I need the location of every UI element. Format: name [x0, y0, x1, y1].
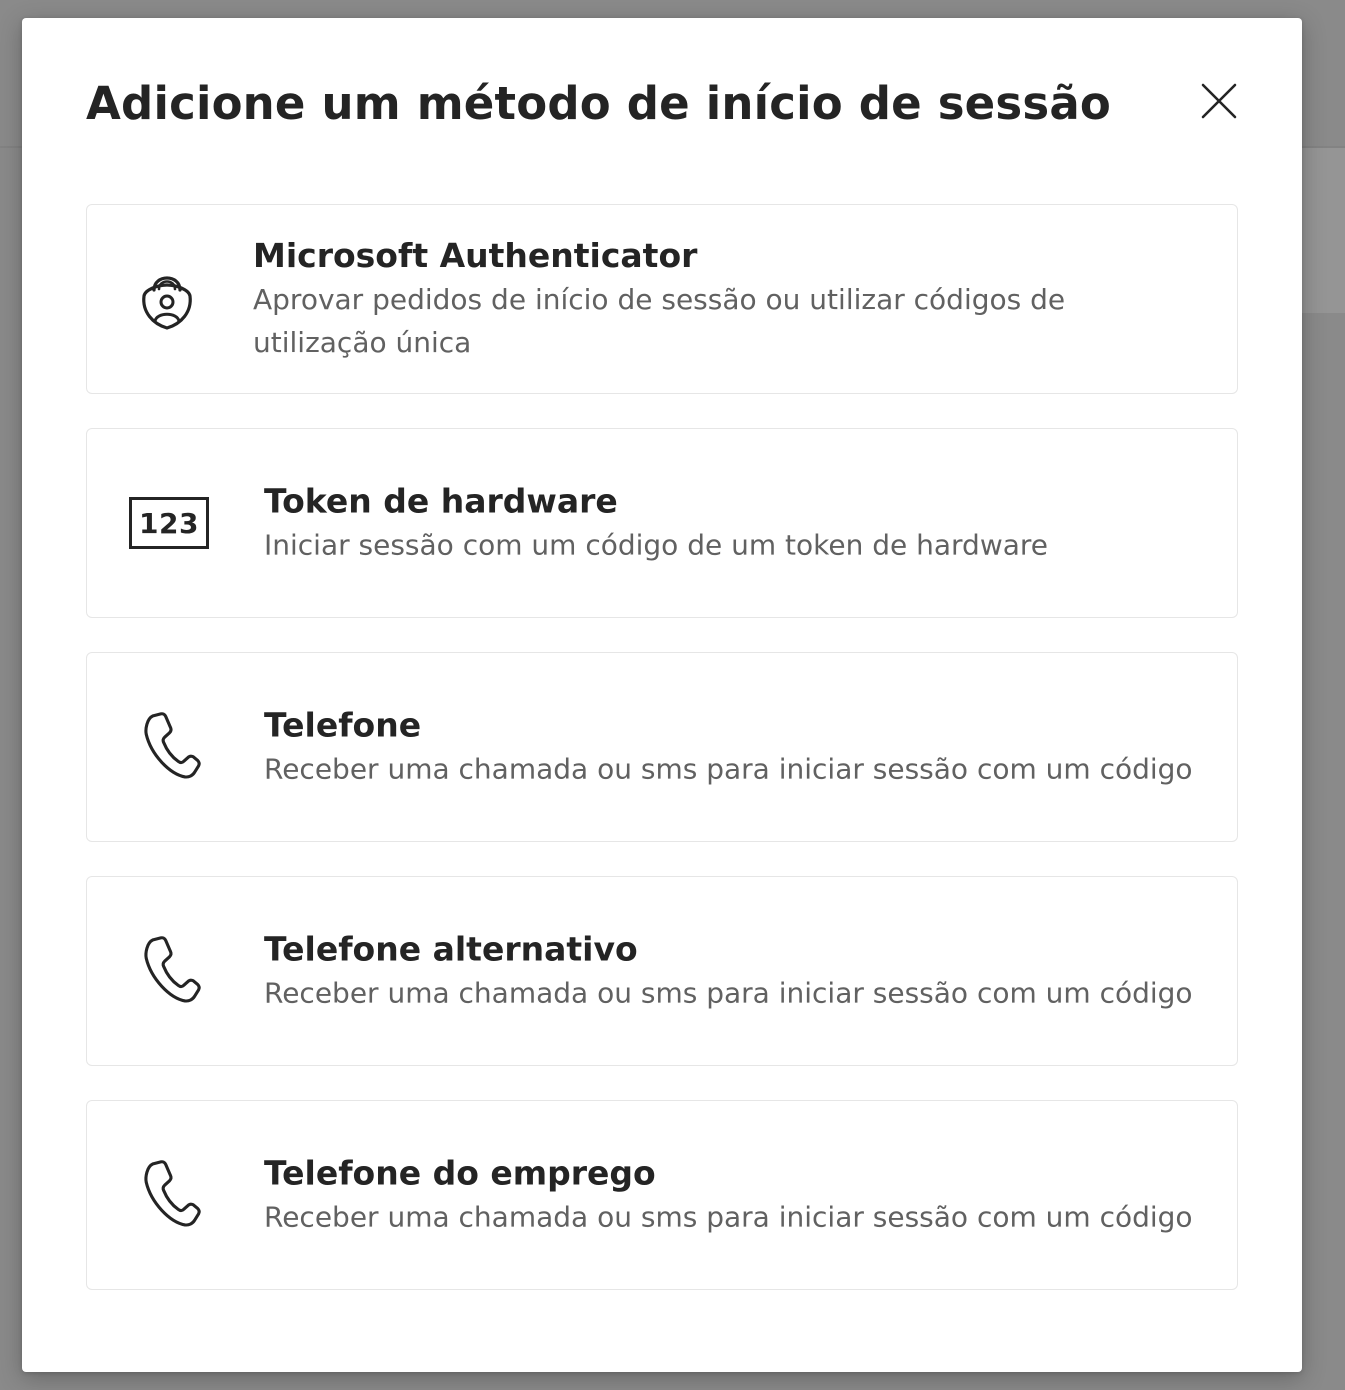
- authenticator-lock-icon: [142, 276, 192, 330]
- method-option-hardware-token[interactable]: 123 Token de hardware Iniciar sessão com…: [86, 428, 1238, 618]
- close-icon: [1201, 83, 1237, 119]
- method-option-work-phone[interactable]: Telefone do emprego Receber uma chamada …: [86, 1100, 1238, 1290]
- method-icon-container: [139, 1158, 203, 1232]
- method-name: Telefone do emprego: [264, 1153, 656, 1193]
- method-text: Microsoft Authenticator Aprovar pedidos …: [253, 234, 1207, 364]
- method-text: Telefone do emprego Receber uma chamada …: [264, 1152, 1207, 1239]
- close-button[interactable]: [1194, 76, 1244, 126]
- dialog-title: Adicione um método de início de sessão: [86, 77, 1112, 130]
- method-icon-container: 123: [129, 497, 209, 549]
- method-name: Token de hardware: [264, 481, 618, 521]
- method-icon-container: [139, 710, 203, 784]
- method-description: Receber uma chamada ou sms para iniciar …: [264, 976, 1193, 1010]
- phone-icon: [144, 1160, 201, 1227]
- method-description: Iniciar sessão com um código de um token…: [264, 528, 1049, 562]
- phone-icon: [144, 936, 201, 1003]
- method-name: Microsoft Authenticator: [253, 236, 698, 275]
- hardware-token-icon-text: 123: [139, 506, 199, 540]
- phone-icon: [144, 712, 201, 779]
- hardware-token-icon: 123: [129, 497, 209, 549]
- add-sign-in-method-dialog: Adicione um método de início de sessão M…: [22, 18, 1302, 1372]
- method-icon-container: [137, 264, 197, 334]
- method-name: Telefone alternativo: [264, 929, 638, 969]
- method-text: Token de hardware Iniciar sessão com um …: [264, 480, 1207, 567]
- method-text: Telefone alternativo Receber uma chamada…: [264, 928, 1207, 1015]
- sign-in-method-list: Microsoft Authenticator Aprovar pedidos …: [86, 204, 1238, 1290]
- method-option-phone[interactable]: Telefone Receber uma chamada ou sms para…: [86, 652, 1238, 842]
- method-description: Receber uma chamada ou sms para iniciar …: [264, 1200, 1193, 1234]
- method-option-alternate-phone[interactable]: Telefone alternativo Receber uma chamada…: [86, 876, 1238, 1066]
- method-description: Aprovar pedidos de início de sessão ou u…: [253, 283, 1066, 359]
- method-option-microsoft-authenticator[interactable]: Microsoft Authenticator Aprovar pedidos …: [86, 204, 1238, 394]
- method-description: Receber uma chamada ou sms para iniciar …: [264, 752, 1193, 786]
- method-text: Telefone Receber uma chamada ou sms para…: [264, 704, 1207, 791]
- method-icon-container: [139, 934, 203, 1008]
- method-name: Telefone: [264, 705, 422, 745]
- page-backdrop: [1300, 148, 1345, 313]
